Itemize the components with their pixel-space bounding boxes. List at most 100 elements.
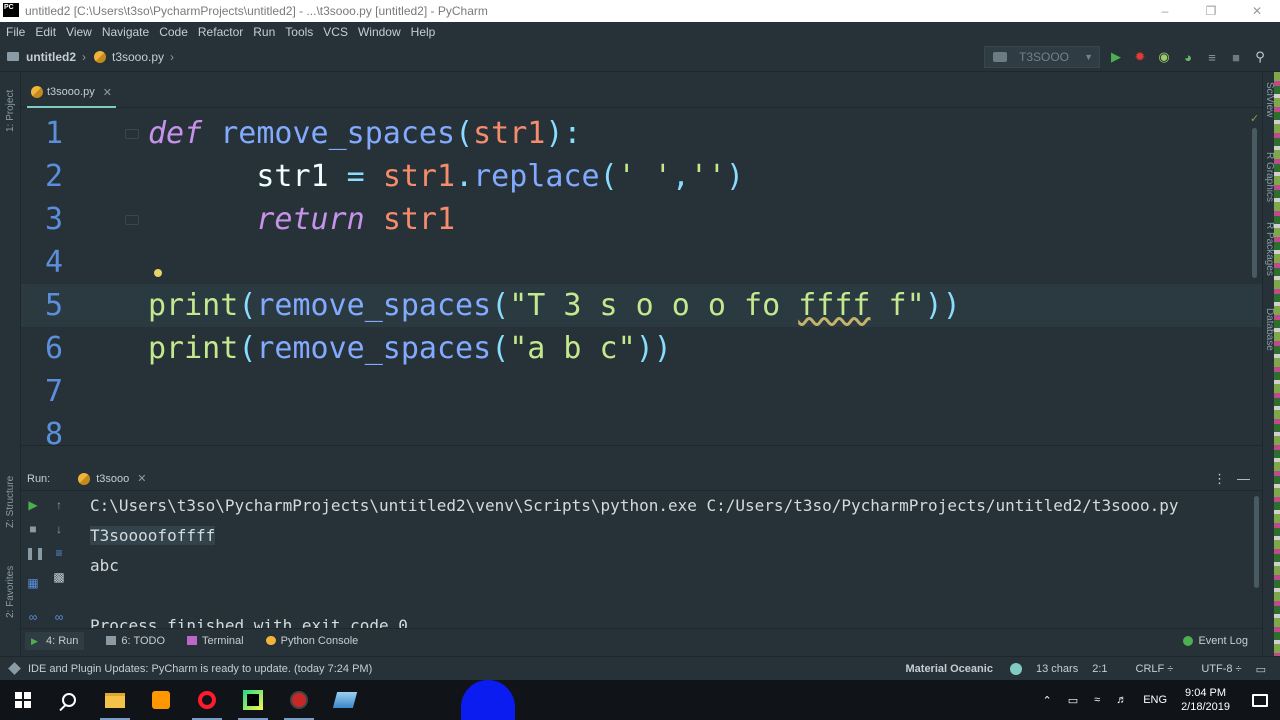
close-button[interactable]: ✕ (1234, 0, 1280, 22)
lock-icon[interactable]: ▭ (1256, 663, 1266, 676)
theme-indicator[interactable]: Material Oceanic (892, 663, 1022, 676)
chevron-down-icon: ▼ (1084, 52, 1093, 62)
python-console-icon (265, 636, 276, 645)
concurrency-icon[interactable]: ≡ (1200, 50, 1224, 65)
coverage-icon[interactable]: ◉ (1152, 49, 1176, 65)
debug-icon[interactable]: ✹ (1128, 49, 1152, 65)
terminal-tool-label: Terminal (202, 634, 244, 647)
panel-options-icon[interactable]: ⋮ — (1213, 471, 1250, 487)
menu-file[interactable]: File (6, 25, 25, 39)
menu-vcs[interactable]: VCS (323, 25, 348, 39)
pycharm-taskbar-button[interactable] (230, 680, 276, 720)
python-file-icon (31, 86, 43, 98)
run-tool-button[interactable]: ▶ 4: Run (25, 631, 85, 650)
minimize-button[interactable]: – (1142, 0, 1188, 22)
menu-navigate[interactable]: Navigate (102, 25, 149, 39)
event-log-icon (1183, 635, 1194, 646)
menu-code[interactable]: Code (159, 25, 188, 39)
layout-icon[interactable]: ▦ (25, 575, 41, 591)
run-tab-t3sooo[interactable]: t3sooo ✕ (78, 472, 147, 485)
cursor-position[interactable]: 2:1 (1092, 663, 1107, 675)
fold-marker-icon[interactable] (125, 129, 139, 139)
line-number: 8 (44, 417, 63, 445)
file-encoding[interactable]: UTF-8 ÷ (1187, 663, 1241, 675)
wifi-icon[interactable]: ≈ (1094, 694, 1100, 706)
status-message[interactable]: IDE and Plugin Updates: PyCharm is ready… (8, 662, 372, 675)
opera-browser-button[interactable] (184, 680, 230, 720)
python-console-tool-button[interactable]: Python Console (265, 635, 358, 647)
code-text: return str1 (256, 202, 456, 237)
close-tab-icon[interactable]: ✕ (137, 472, 146, 485)
run-icon[interactable]: ▶ (1104, 49, 1128, 65)
menu-view[interactable]: View (66, 25, 92, 39)
action-center-button[interactable] (1240, 680, 1280, 720)
status-bar: IDE and Plugin Updates: PyCharm is ready… (0, 656, 1280, 680)
profile-icon[interactable]: ◕ (1176, 50, 1200, 65)
line-separator[interactable]: CRLF ÷ (1122, 663, 1174, 675)
line-number: 4 (44, 245, 63, 280)
python-config-icon (993, 52, 1007, 62)
pin-icon[interactable]: ∞ (25, 609, 41, 625)
menu-help[interactable]: Help (411, 25, 436, 39)
folder-icon (105, 692, 125, 708)
search-button[interactable] (46, 680, 92, 720)
structure-tool-tab[interactable]: Z: Structure (5, 476, 16, 528)
recorder-button[interactable] (276, 680, 322, 720)
print-icon[interactable]: ▩ (51, 569, 67, 585)
run-configuration-select[interactable]: T3SOOO ▼ (984, 46, 1100, 68)
menu-bar: File Edit View Navigate Code Refactor Ru… (0, 22, 1280, 42)
terminal-tool-button[interactable]: Terminal (187, 635, 244, 647)
clock[interactable]: 9:04 PM 2/18/2019 (1181, 686, 1230, 714)
stop-icon[interactable]: ■ (25, 521, 41, 537)
breadcrumb-project[interactable]: untitled2 (26, 50, 76, 64)
volume-icon[interactable]: ♬ (1116, 694, 1127, 706)
down-arrow-icon[interactable]: ↓ (51, 521, 67, 537)
run-panel-toolbar: ▶ ↑ ■ ↓ ❚❚ ≡ ▦ ▩ ∞ ∞ (21, 491, 77, 628)
soft-wrap-icon[interactable]: ≡ (51, 545, 67, 561)
selection-chars[interactable]: 13 chars (1036, 663, 1078, 675)
maximize-button[interactable]: ❐ (1188, 0, 1234, 22)
windows-taskbar: ⌃ ▭ ≈ ♬ ENG 9:04 PM 2/18/2019 (0, 680, 1280, 720)
stop-icon[interactable]: ■ (1224, 50, 1248, 65)
virtualbox-button[interactable] (322, 680, 368, 720)
run-configuration-label: T3SOOO (1019, 50, 1070, 64)
language-indicator[interactable]: ENG (1143, 694, 1167, 706)
clock-date: 2/18/2019 (1181, 701, 1230, 713)
menu-tools[interactable]: Tools (285, 25, 313, 39)
todo-icon (106, 636, 117, 645)
start-button[interactable] (0, 680, 46, 720)
chevron-up-icon[interactable]: ⌃ (1043, 694, 1052, 707)
pause-icon[interactable]: ❚❚ (25, 545, 45, 561)
event-log-label: Event Log (1198, 634, 1248, 647)
menu-run[interactable]: Run (253, 25, 275, 39)
menu-edit[interactable]: Edit (35, 25, 56, 39)
line-number: 5 (44, 288, 63, 323)
up-arrow-icon[interactable]: ↑ (51, 497, 67, 513)
sublime-text-button[interactable] (138, 680, 184, 720)
menu-refactor[interactable]: Refactor (198, 25, 243, 39)
lightbulb-icon[interactable] (154, 269, 162, 277)
fold-marker-icon[interactable] (125, 215, 139, 225)
inspection-ok-icon[interactable]: ✓ (1250, 112, 1259, 125)
battery-icon[interactable]: ▭ (1068, 694, 1078, 707)
todo-tool-button[interactable]: 6: TODO (106, 635, 165, 647)
run-console-output[interactable]: C:\Users\t3so\PycharmProjects\untitled2\… (77, 491, 1255, 628)
code-editor[interactable]: 1 def remove_spaces(str1): 2 str1 = str1… (21, 109, 1262, 445)
console-scrollbar[interactable] (1254, 496, 1259, 588)
editor-tab-t3sooo[interactable]: t3sooo.py ✕ (27, 78, 116, 108)
link-icon[interactable]: ∞ (51, 609, 67, 625)
rerun-icon[interactable]: ▶ (25, 497, 41, 513)
event-log-button[interactable]: Event Log (1183, 635, 1248, 647)
close-tab-icon[interactable]: ✕ (103, 86, 112, 99)
pycharm-window: PC untitled2 [C:\Users\t3so\PycharmProje… (0, 0, 1280, 720)
file-explorer-button[interactable] (92, 680, 138, 720)
editor-scrollbar[interactable] (1252, 128, 1257, 278)
favorites-tool-tab[interactable]: 2: Favorites (5, 566, 16, 618)
code-text: def remove_spaces(str1): (148, 116, 582, 151)
code-text: str1 = str1.replace(' ','') (256, 159, 745, 194)
search-everywhere-icon[interactable]: ⚲ (1248, 49, 1272, 65)
project-tool-tab[interactable]: 1: Project (5, 90, 16, 132)
sublime-text-icon (152, 691, 170, 709)
menu-window[interactable]: Window (358, 25, 401, 39)
breadcrumb-file[interactable]: t3sooo.py (112, 50, 164, 64)
